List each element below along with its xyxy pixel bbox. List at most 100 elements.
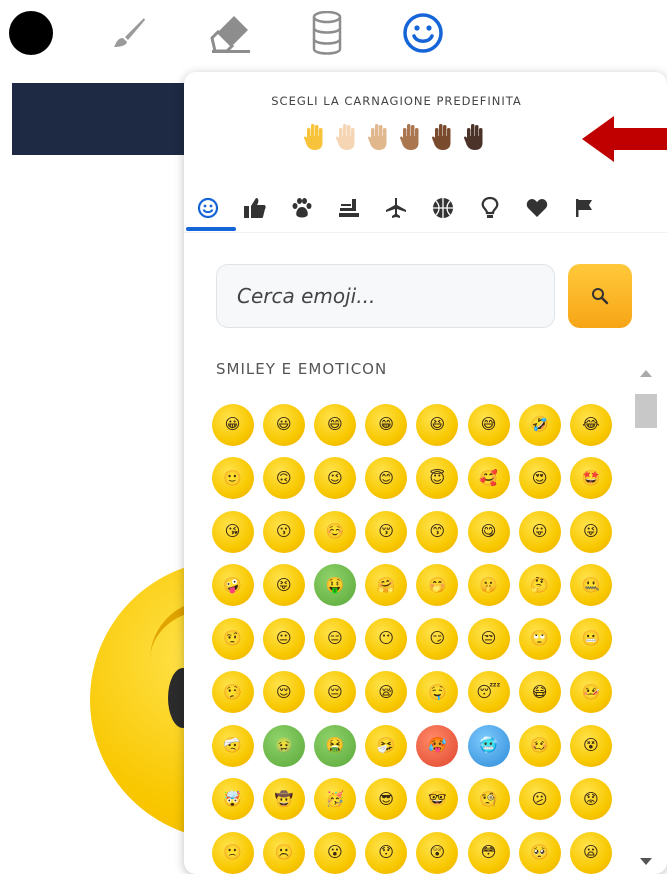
emoji-cell[interactable]: 😟	[565, 773, 616, 827]
emoji-cell[interactable]: 😒	[463, 612, 514, 666]
scroll-up-arrow[interactable]	[640, 370, 652, 377]
emoji-cell[interactable]: 😯	[361, 826, 412, 874]
emoji-cell[interactable]: 🤥	[207, 666, 258, 720]
emoji-cell[interactable]: 🤔	[514, 559, 565, 613]
emoji-cell[interactable]: 🤑	[309, 559, 360, 613]
eraser-button[interactable]	[206, 8, 256, 58]
emoji-cell[interactable]: 😃	[258, 398, 309, 452]
tab-travel[interactable]	[372, 186, 419, 230]
emoji-cell[interactable]: 😆	[412, 398, 463, 452]
brush-button[interactable]	[104, 8, 154, 58]
database-button[interactable]	[302, 8, 352, 58]
emoji-cell[interactable]: 😑	[309, 612, 360, 666]
emoji-cell[interactable]: 🤒	[565, 666, 616, 720]
emoji-cell[interactable]: 😝	[258, 559, 309, 613]
emoji-cell[interactable]: 🤫	[463, 559, 514, 613]
emoji-cell[interactable]: 😇	[412, 452, 463, 506]
emoji-button[interactable]	[398, 8, 448, 58]
emoji-cell[interactable]: 😐	[258, 612, 309, 666]
skin-tone-option[interactable]	[430, 122, 456, 152]
color-picker-button[interactable]	[6, 8, 56, 58]
emoji-cell[interactable]: 🤐	[565, 559, 616, 613]
skin-tone-option[interactable]	[462, 122, 488, 152]
skin-tone-option[interactable]	[302, 122, 328, 152]
emoji-cell[interactable]: 😲	[412, 826, 463, 874]
emoji-cell[interactable]: 😅	[463, 398, 514, 452]
emoji-cell[interactable]: 🧐	[463, 773, 514, 827]
emoji-cell[interactable]: 🤣	[514, 398, 565, 452]
tab-activities[interactable]	[419, 186, 466, 230]
emoji-cell[interactable]: 😵	[565, 719, 616, 773]
emoji-cell[interactable]: 🤩	[565, 452, 616, 506]
emoji-cell[interactable]: 🙁	[207, 826, 258, 874]
tab-smileys[interactable]	[184, 186, 231, 230]
emoji-cell[interactable]: 🤧	[361, 719, 412, 773]
emoji-cell[interactable]: 🤠	[258, 773, 309, 827]
emoji-cell[interactable]: 😎	[361, 773, 412, 827]
scrollbar[interactable]	[631, 362, 661, 874]
emoji-cell[interactable]: 😔	[309, 666, 360, 720]
search-input[interactable]	[217, 265, 554, 327]
tab-objects[interactable]	[466, 186, 513, 230]
search-button[interactable]	[568, 264, 632, 328]
emoji-cell[interactable]: 😉	[309, 452, 360, 506]
emoji-cell[interactable]: 😏	[412, 612, 463, 666]
emoji-cell[interactable]: 😬	[565, 612, 616, 666]
emoji-cell[interactable]: 😪	[361, 666, 412, 720]
emoji-cell[interactable]: 🥴	[514, 719, 565, 773]
emoji-cell[interactable]: 🤪	[207, 559, 258, 613]
emoji-cell[interactable]: 🤨	[207, 612, 258, 666]
emoji-cell[interactable]: 🥵	[412, 719, 463, 773]
emoji-cell[interactable]: 😋	[463, 505, 514, 559]
emoji-cell[interactable]: 😄	[309, 398, 360, 452]
emoji-cell[interactable]: ☹️	[258, 826, 309, 874]
emoji-glyph: 🤤	[416, 671, 459, 714]
emoji-cell[interactable]: 🤢	[258, 719, 309, 773]
emoji-cell[interactable]: 🙃	[258, 452, 309, 506]
skin-tone-option[interactable]	[334, 122, 360, 152]
emoji-cell[interactable]: 😍	[514, 452, 565, 506]
emoji-cell[interactable]: 🥳	[309, 773, 360, 827]
emoji-cell[interactable]: 😴	[463, 666, 514, 720]
emoji-cell[interactable]: 🤯	[207, 773, 258, 827]
emoji-cell[interactable]: 😳	[463, 826, 514, 874]
emoji-cell[interactable]: ☺️	[309, 505, 360, 559]
emoji-picker-panel: SCEGLI LA CARNAGIONE PREDEFINITA Cerca e…	[184, 72, 667, 874]
emoji-cell[interactable]: 😀	[207, 398, 258, 452]
emoji-cell[interactable]: 😶	[361, 612, 412, 666]
emoji-cell[interactable]: 😦	[565, 826, 616, 874]
tab-symbols[interactable]	[513, 186, 560, 230]
emoji-cell[interactable]: 🤕	[207, 719, 258, 773]
emoji-cell[interactable]: 😙	[412, 505, 463, 559]
emoji-cell[interactable]: 😷	[514, 666, 565, 720]
emoji-cell[interactable]: 😗	[258, 505, 309, 559]
tab-flags[interactable]	[560, 186, 607, 230]
emoji-cell[interactable]: 🤮	[309, 719, 360, 773]
emoji-cell[interactable]: 🙂	[207, 452, 258, 506]
emoji-cell[interactable]: 🥰	[463, 452, 514, 506]
emoji-cell[interactable]: 😮	[309, 826, 360, 874]
emoji-cell[interactable]: 😌	[258, 666, 309, 720]
emoji-cell[interactable]: 🤤	[412, 666, 463, 720]
emoji-cell[interactable]: 🤭	[412, 559, 463, 613]
tab-food[interactable]	[325, 186, 372, 230]
tab-animals[interactable]	[278, 186, 325, 230]
skin-tone-option[interactable]	[398, 122, 424, 152]
emoji-cell[interactable]: 😜	[565, 505, 616, 559]
emoji-cell[interactable]: 😂	[565, 398, 616, 452]
emoji-cell[interactable]: 😚	[361, 505, 412, 559]
scroll-down-arrow[interactable]	[640, 858, 652, 865]
emoji-cell[interactable]: 🥺	[514, 826, 565, 874]
emoji-cell[interactable]: 😕	[514, 773, 565, 827]
emoji-cell[interactable]: 🙄	[514, 612, 565, 666]
emoji-cell[interactable]: 😊	[361, 452, 412, 506]
emoji-cell[interactable]: 🤓	[412, 773, 463, 827]
emoji-cell[interactable]: 😘	[207, 505, 258, 559]
emoji-cell[interactable]: 😁	[361, 398, 412, 452]
scroll-thumb[interactable]	[635, 394, 657, 428]
emoji-cell[interactable]: 🤗	[361, 559, 412, 613]
skin-tone-option[interactable]	[366, 122, 392, 152]
tab-people[interactable]	[231, 186, 278, 230]
emoji-cell[interactable]: 🥶	[463, 719, 514, 773]
emoji-cell[interactable]: 😛	[514, 505, 565, 559]
